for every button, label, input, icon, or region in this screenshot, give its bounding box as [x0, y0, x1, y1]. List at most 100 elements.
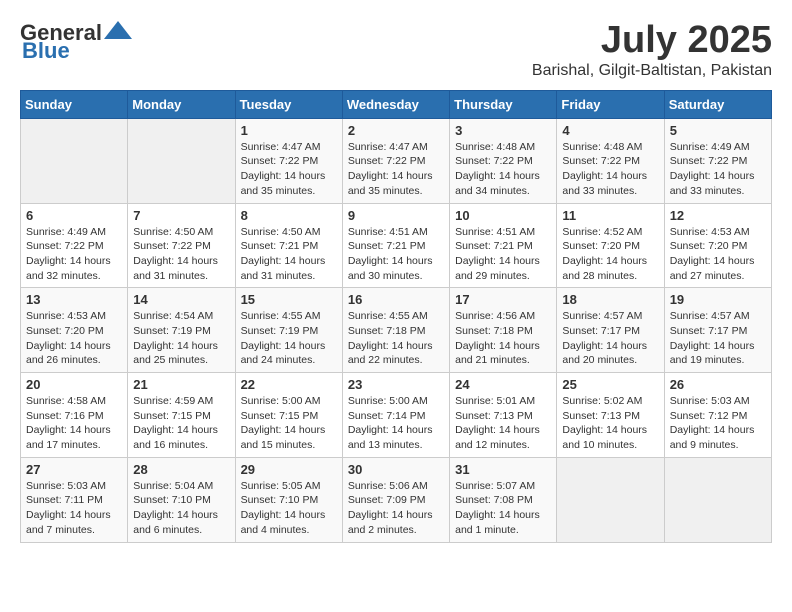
day-info: Sunrise: 5:04 AM Sunset: 7:10 PM Dayligh…	[133, 479, 229, 538]
calendar-cell: 1 Sunrise: 4:47 AM Sunset: 7:22 PM Daylig…	[235, 118, 342, 203]
weekday-header: Saturday	[664, 90, 771, 118]
day-info: Sunrise: 4:58 AM Sunset: 7:16 PM Dayligh…	[26, 394, 122, 453]
day-info: Sunrise: 4:57 AM Sunset: 7:17 PM Dayligh…	[562, 309, 658, 368]
day-info: Sunrise: 5:03 AM Sunset: 7:11 PM Dayligh…	[26, 479, 122, 538]
day-info: Sunrise: 5:00 AM Sunset: 7:14 PM Dayligh…	[348, 394, 444, 453]
calendar-cell: 20Sunrise: 4:58 AM Sunset: 7:16 PM Dayli…	[21, 373, 128, 458]
calendar-cell: 10 Sunrise: 4:51 AM Sunset: 7:21 PM Dayli…	[450, 203, 557, 288]
calendar-body: 1 Sunrise: 4:47 AM Sunset: 7:22 PM Daylig…	[21, 118, 772, 542]
day-info: Sunrise: 5:06 AM Sunset: 7:09 PM Dayligh…	[348, 479, 444, 538]
weekday-header: Monday	[128, 90, 235, 118]
calendar-week-row: 27Sunrise: 5:03 AM Sunset: 7:11 PM Dayli…	[21, 457, 772, 542]
calendar-cell: 25 Sunrise: 5:02 AM Sunset: 7:13 PM Dayli…	[557, 373, 664, 458]
day-number: 28	[133, 462, 229, 477]
day-info: Sunrise: 4:57 AM Sunset: 7:17 PM Dayligh…	[670, 309, 766, 368]
day-number: 17	[455, 292, 551, 307]
calendar-cell: 9 Sunrise: 4:51 AM Sunset: 7:21 PM Daylig…	[342, 203, 449, 288]
calendar-week-row: 1 Sunrise: 4:47 AM Sunset: 7:22 PM Daylig…	[21, 118, 772, 203]
calendar-cell: 8 Sunrise: 4:50 AM Sunset: 7:21 PM Daylig…	[235, 203, 342, 288]
month-title: July 2025	[532, 20, 772, 62]
day-info: Sunrise: 4:55 AM Sunset: 7:18 PM Dayligh…	[348, 309, 444, 368]
title-block: July 2025 Barishal, Gilgit-Baltistan, Pa…	[532, 20, 772, 80]
calendar-cell: 7 Sunrise: 4:50 AM Sunset: 7:22 PM Daylig…	[128, 203, 235, 288]
calendar-cell: 12 Sunrise: 4:53 AM Sunset: 7:20 PM Dayli…	[664, 203, 771, 288]
calendar-cell: 13 Sunrise: 4:53 AM Sunset: 7:20 PM Dayli…	[21, 288, 128, 373]
logo: General Blue	[20, 20, 132, 64]
calendar-cell: 24 Sunrise: 5:01 AM Sunset: 7:13 PM Dayli…	[450, 373, 557, 458]
calendar-table: SundayMondayTuesdayWednesdayThursdayFrid…	[20, 90, 772, 543]
day-info: Sunrise: 5:03 AM Sunset: 7:12 PM Dayligh…	[670, 394, 766, 453]
day-number: 23	[348, 377, 444, 392]
day-number: 16	[348, 292, 444, 307]
day-info: Sunrise: 4:59 AM Sunset: 7:15 PM Dayligh…	[133, 394, 229, 453]
day-number: 30	[348, 462, 444, 477]
weekday-header: Sunday	[21, 90, 128, 118]
day-number: 3	[455, 123, 551, 138]
calendar-cell: 2Sunrise: 4:47 AM Sunset: 7:22 PM Daylig…	[342, 118, 449, 203]
weekday-header: Thursday	[450, 90, 557, 118]
day-number: 1	[241, 123, 337, 138]
day-number: 31	[455, 462, 551, 477]
day-info: Sunrise: 5:01 AM Sunset: 7:13 PM Dayligh…	[455, 394, 551, 453]
page-header: General Blue July 2025 Barishal, Gilgit-…	[20, 20, 772, 80]
day-number: 25	[562, 377, 658, 392]
day-number: 24	[455, 377, 551, 392]
day-info: Sunrise: 4:48 AM Sunset: 7:22 PM Dayligh…	[455, 140, 551, 199]
calendar-cell: 19 Sunrise: 4:57 AM Sunset: 7:17 PM Dayli…	[664, 288, 771, 373]
day-number: 18	[562, 292, 658, 307]
day-info: Sunrise: 4:50 AM Sunset: 7:21 PM Dayligh…	[241, 225, 337, 284]
day-number: 4	[562, 123, 658, 138]
weekday-header: Tuesday	[235, 90, 342, 118]
calendar-cell: 26Sunrise: 5:03 AM Sunset: 7:12 PM Dayli…	[664, 373, 771, 458]
day-info: Sunrise: 4:48 AM Sunset: 7:22 PM Dayligh…	[562, 140, 658, 199]
calendar-cell: 15 Sunrise: 4:55 AM Sunset: 7:19 PM Dayli…	[235, 288, 342, 373]
logo-blue: Blue	[22, 38, 70, 64]
day-number: 8	[241, 208, 337, 223]
logo-icon	[104, 21, 132, 39]
day-info: Sunrise: 4:49 AM Sunset: 7:22 PM Dayligh…	[670, 140, 766, 199]
calendar-cell	[21, 118, 128, 203]
day-info: Sunrise: 4:55 AM Sunset: 7:19 PM Dayligh…	[241, 309, 337, 368]
day-number: 14	[133, 292, 229, 307]
day-info: Sunrise: 4:47 AM Sunset: 7:22 PM Dayligh…	[241, 140, 337, 199]
day-info: Sunrise: 4:54 AM Sunset: 7:19 PM Dayligh…	[133, 309, 229, 368]
calendar-cell: 16 Sunrise: 4:55 AM Sunset: 7:18 PM Dayli…	[342, 288, 449, 373]
day-number: 19	[670, 292, 766, 307]
day-number: 9	[348, 208, 444, 223]
day-info: Sunrise: 4:50 AM Sunset: 7:22 PM Dayligh…	[133, 225, 229, 284]
day-number: 12	[670, 208, 766, 223]
day-info: Sunrise: 5:02 AM Sunset: 7:13 PM Dayligh…	[562, 394, 658, 453]
calendar-cell: 29 Sunrise: 5:05 AM Sunset: 7:10 PM Dayli…	[235, 457, 342, 542]
location-title: Barishal, Gilgit-Baltistan, Pakistan	[532, 62, 772, 80]
calendar-cell: 11Sunrise: 4:52 AM Sunset: 7:20 PM Dayli…	[557, 203, 664, 288]
calendar-cell: 21Sunrise: 4:59 AM Sunset: 7:15 PM Dayli…	[128, 373, 235, 458]
day-number: 15	[241, 292, 337, 307]
calendar-cell	[557, 457, 664, 542]
calendar-cell: 18 Sunrise: 4:57 AM Sunset: 7:17 PM Dayli…	[557, 288, 664, 373]
weekday-row: SundayMondayTuesdayWednesdayThursdayFrid…	[21, 90, 772, 118]
day-number: 13	[26, 292, 122, 307]
day-number: 29	[241, 462, 337, 477]
calendar-cell	[128, 118, 235, 203]
day-number: 6	[26, 208, 122, 223]
day-info: Sunrise: 4:53 AM Sunset: 7:20 PM Dayligh…	[670, 225, 766, 284]
day-info: Sunrise: 4:51 AM Sunset: 7:21 PM Dayligh…	[348, 225, 444, 284]
calendar-week-row: 6 Sunrise: 4:49 AM Sunset: 7:22 PM Daylig…	[21, 203, 772, 288]
day-number: 10	[455, 208, 551, 223]
day-info: Sunrise: 4:53 AM Sunset: 7:20 PM Dayligh…	[26, 309, 122, 368]
calendar-cell: 23 Sunrise: 5:00 AM Sunset: 7:14 PM Dayli…	[342, 373, 449, 458]
calendar-cell: 3 Sunrise: 4:48 AM Sunset: 7:22 PM Daylig…	[450, 118, 557, 203]
day-info: Sunrise: 5:07 AM Sunset: 7:08 PM Dayligh…	[455, 479, 551, 538]
day-number: 7	[133, 208, 229, 223]
day-number: 22	[241, 377, 337, 392]
calendar-cell: 30 Sunrise: 5:06 AM Sunset: 7:09 PM Dayli…	[342, 457, 449, 542]
day-info: Sunrise: 5:05 AM Sunset: 7:10 PM Dayligh…	[241, 479, 337, 538]
calendar-header: SundayMondayTuesdayWednesdayThursdayFrid…	[21, 90, 772, 118]
calendar-cell: 27Sunrise: 5:03 AM Sunset: 7:11 PM Dayli…	[21, 457, 128, 542]
calendar-cell: 17Sunrise: 4:56 AM Sunset: 7:18 PM Dayli…	[450, 288, 557, 373]
day-info: Sunrise: 4:49 AM Sunset: 7:22 PM Dayligh…	[26, 225, 122, 284]
day-info: Sunrise: 5:00 AM Sunset: 7:15 PM Dayligh…	[241, 394, 337, 453]
day-info: Sunrise: 4:51 AM Sunset: 7:21 PM Dayligh…	[455, 225, 551, 284]
calendar-cell: 6 Sunrise: 4:49 AM Sunset: 7:22 PM Daylig…	[21, 203, 128, 288]
calendar-cell: 31 Sunrise: 5:07 AM Sunset: 7:08 PM Dayli…	[450, 457, 557, 542]
